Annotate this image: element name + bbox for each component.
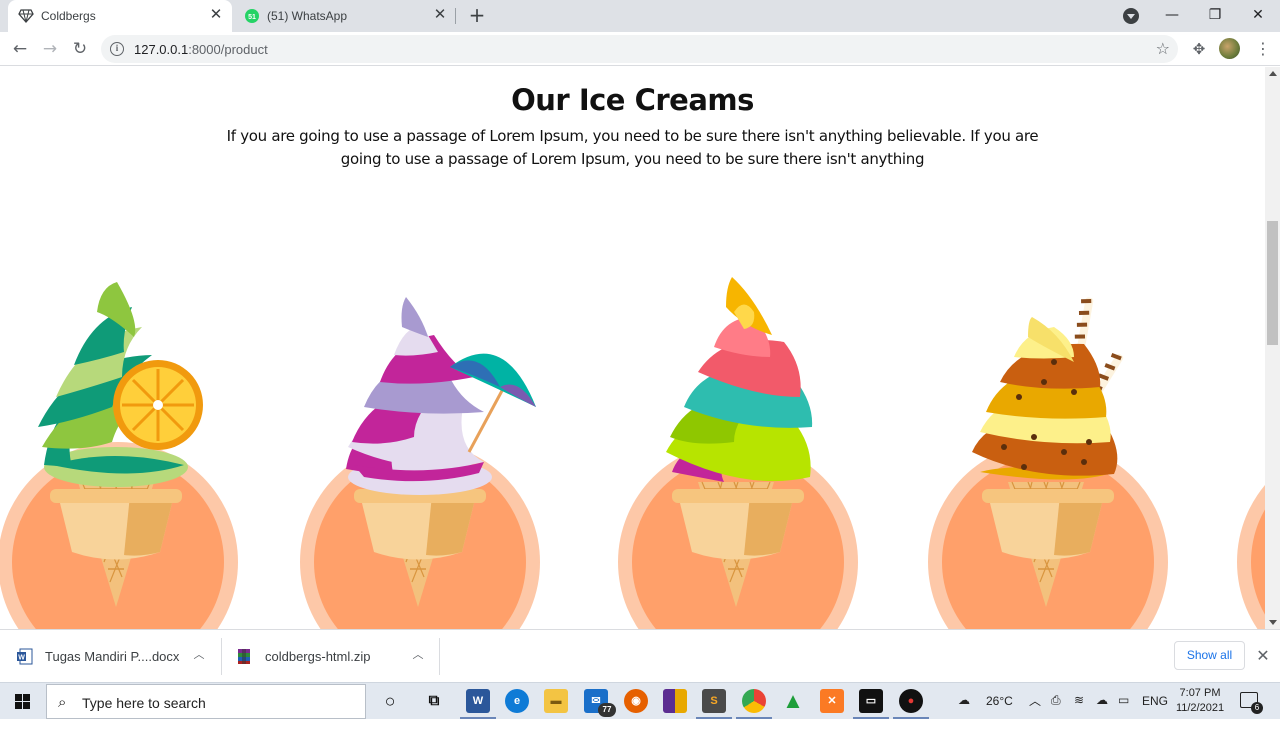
close-tab-icon[interactable]: ✕ — [208, 7, 224, 23]
ice-cream-orange-image — [0, 282, 238, 629]
url-text[interactable]: 127.0.0.1:8000/product — [134, 42, 268, 57]
tab-title: (51) WhatsApp — [267, 9, 348, 23]
chevron-up-icon[interactable]: ︿ — [1029, 692, 1041, 729]
tab-whatsapp[interactable]: 51 (51) WhatsApp ✕ — [234, 0, 456, 32]
forward-arrow-icon[interactable]: → — [38, 37, 62, 61]
ice-cream-card-caramel[interactable] — [924, 222, 1168, 629]
winrar-icon — [238, 649, 250, 664]
show-all-button[interactable]: Show all — [1174, 641, 1245, 670]
taskbar-clock[interactable]: 7:07 PM 11/2/2021 — [1170, 686, 1230, 716]
notification-center-icon[interactable]: 6 — [1240, 692, 1263, 714]
minimize-button[interactable]: — — [1150, 0, 1194, 32]
download-filename: Tugas Mandiri P....docx — [45, 649, 180, 664]
winrar-app-icon[interactable] — [663, 689, 687, 713]
wifi-icon[interactable]: ≋ — [1074, 693, 1084, 730]
extensions-puzzle-icon[interactable]: ✥ — [1190, 40, 1208, 58]
weather-icon[interactable]: ☁ — [958, 693, 970, 730]
menu-kebab-icon[interactable]: ⋮ — [1255, 38, 1271, 60]
page-description: If you are going to use a passage of Lor… — [226, 127, 1039, 168]
language-indicator[interactable]: ENG — [1142, 694, 1168, 731]
edge-app-icon[interactable]: e — [505, 689, 529, 713]
page-heading: Our Ice Creams — [511, 83, 754, 117]
back-arrow-icon[interactable]: ← — [8, 37, 32, 61]
battery-icon[interactable]: ▭ — [1118, 693, 1129, 730]
windows-logo-icon — [15, 694, 30, 709]
meet-now-icon[interactable]: ⎙ — [1051, 693, 1061, 730]
download-filename: coldbergs-html.zip — [265, 649, 371, 664]
profile-avatar[interactable] — [1219, 38, 1240, 59]
new-tab-button[interactable]: + — [466, 5, 488, 27]
chrome-app-icon[interactable] — [736, 689, 772, 719]
page-scrollbar[interactable] — [1265, 67, 1280, 629]
ice-cream-umbrella-image — [300, 297, 540, 629]
chevron-up-icon[interactable]: ︿ — [191, 647, 207, 663]
address-bar[interactable]: i 127.0.0.1:8000/product ☆ — [101, 35, 1178, 63]
download-shelf: W Tugas Mandiri P....docx ︿ coldbergs-ht… — [0, 629, 1280, 682]
word-doc-icon: W — [17, 648, 33, 665]
ice-cream-partial-image — [1237, 485, 1265, 629]
search-placeholder: Type here to search — [82, 695, 206, 711]
taskbar-search-box[interactable]: ⌕ Type here to search — [46, 684, 366, 719]
tab-search-icon[interactable] — [1123, 8, 1139, 24]
record-app-icon[interactable]: ● — [893, 689, 929, 719]
xampp-app-icon[interactable]: ✕ — [820, 689, 844, 713]
download-separator — [439, 638, 440, 675]
clock-time: 7:07 PM — [1179, 687, 1221, 699]
diamond-icon — [18, 9, 34, 23]
clock-date: 11/2/2021 — [1175, 702, 1225, 714]
tab-separator — [455, 8, 456, 24]
mail-badge: 77 — [598, 703, 616, 717]
page-viewport: Our Ice Creams If you are going to use a… — [0, 67, 1265, 629]
file-explorer-icon[interactable]: ▬ — [544, 689, 568, 713]
download-item-zip[interactable]: coldbergs-html.zip ︿ — [222, 630, 440, 683]
ice-cream-card-partial[interactable] — [1237, 452, 1265, 629]
svg-text:W: W — [18, 655, 25, 662]
start-button[interactable] — [0, 683, 45, 720]
close-shelf-icon[interactable]: ✕ — [1254, 647, 1272, 665]
windows-taskbar: ⌕ Type here to search ○ ⧉ W e ▬ ✉ 77 ◉ S … — [0, 682, 1280, 719]
ice-cream-rainbow-image — [618, 277, 858, 629]
tab-coldbergs[interactable]: Coldbergs ✕ — [8, 0, 232, 32]
whatsapp-icon: 51 — [245, 9, 259, 23]
weather-temp[interactable]: 26°C — [986, 694, 1013, 731]
tab-strip: Coldbergs ✕ 51 (51) WhatsApp ✕ + — ❐ ✕ — [0, 0, 1280, 32]
search-icon: ⌕ — [58, 693, 67, 711]
window-close-button[interactable]: ✕ — [1236, 0, 1280, 32]
chevron-up-icon[interactable]: ︿ — [410, 647, 426, 663]
triangle-app-icon[interactable]: ▲ — [781, 689, 805, 713]
cortana-icon[interactable]: ○ — [378, 689, 402, 713]
task-view-icon[interactable]: ⧉ — [422, 689, 446, 713]
url-path: :8000/product — [188, 42, 268, 57]
close-tab-icon[interactable]: ✕ — [432, 7, 448, 23]
word-app-icon[interactable]: W — [460, 689, 496, 719]
scroll-up-icon[interactable] — [1269, 71, 1277, 76]
ice-cream-card-rainbow[interactable] — [614, 237, 858, 629]
tab-title: Coldbergs — [41, 9, 96, 23]
ice-cream-card-umbrella[interactable] — [300, 237, 544, 629]
scroll-down-icon[interactable] — [1269, 620, 1277, 625]
browser-toolbar: ← → ↻ i 127.0.0.1:8000/product ☆ — [0, 32, 1280, 66]
bookmark-star-icon[interactable]: ☆ — [1156, 39, 1170, 58]
onedrive-icon[interactable]: ☁ — [1096, 693, 1108, 730]
mail-app-icon[interactable]: ✉ 77 — [584, 689, 616, 717]
url-host: 127.0.0.1 — [134, 42, 189, 57]
whatsapp-badge: 51 — [248, 14, 256, 21]
scrollbar-thumb[interactable] — [1267, 221, 1278, 345]
ice-cream-caramel-image — [928, 297, 1168, 629]
sublime-app-icon[interactable]: S — [696, 689, 732, 719]
firefox-app-icon[interactable]: ◉ — [624, 689, 648, 713]
download-item-docx[interactable]: W Tugas Mandiri P....docx ︿ — [0, 630, 222, 683]
reload-icon[interactable]: ↻ — [68, 37, 92, 61]
info-icon[interactable]: i — [110, 42, 124, 56]
terminal-app-icon[interactable]: ▭ — [853, 689, 889, 719]
ice-cream-card-orange[interactable] — [0, 237, 242, 629]
maximize-button[interactable]: ❐ — [1193, 0, 1237, 32]
notification-count: 6 — [1251, 702, 1263, 714]
